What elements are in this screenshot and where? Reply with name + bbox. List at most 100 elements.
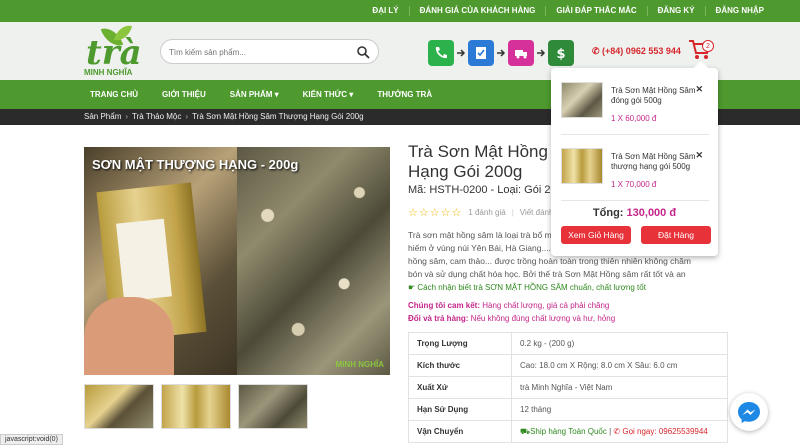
- messenger-icon: [738, 402, 760, 423]
- table-row: Hạn Sử Dụng 12 tháng: [408, 398, 728, 421]
- nav-item-label: KIẾN THỨC: [302, 90, 348, 99]
- nav-item-home[interactable]: TRANG CHỦ: [78, 90, 150, 99]
- nav-item-about[interactable]: GIỚI THIỆU: [150, 90, 218, 99]
- payment-icon: $: [548, 40, 574, 66]
- cart-item: Trà Sơn Mật Hồng Sâm đóng gói 500g 1 X 6…: [561, 74, 711, 130]
- table-row: Vận Chuyển ⛟Ship hàng Toàn Quốc | ✆ Gọi n…: [408, 420, 728, 443]
- arrow-right-icon: [494, 40, 508, 66]
- cart-item-image[interactable]: [561, 82, 603, 118]
- phone-call-icon: [428, 40, 454, 66]
- checkout-button[interactable]: Đặt Hàng: [641, 226, 711, 244]
- image-watermark: MINH NGHĨA: [335, 360, 384, 369]
- search-box: [160, 39, 379, 64]
- breadcrumb-item[interactable]: Sản Phẩm: [84, 112, 121, 121]
- cart-actions: Xem Giỏ Hàng Đặt Hàng: [561, 226, 711, 244]
- product-title: Trà Sơn Mật Hồng Sâm Thượng Hạng Gói 200…: [408, 142, 552, 181]
- spec-value: ⛟Ship hàng Toàn Quốc | ✆ Gọi ngay: 09625…: [511, 420, 728, 443]
- caption-layer: SƠN MẬT THƯỢNG HẠNG - 200g: [84, 147, 298, 375]
- top-link-login[interactable]: ĐĂNG NHẬP: [704, 6, 774, 16]
- chevron-down-icon: ▾: [274, 90, 279, 99]
- thumbnail[interactable]: [161, 384, 231, 429]
- thumbnail[interactable]: [84, 384, 154, 429]
- product-title-wrap: Trà Sơn Mật Hồng Sâm Thượng Hạng Gói 200…: [408, 142, 552, 186]
- spec-value: 0.2 kg - (200 g): [511, 332, 728, 355]
- top-bar: ĐẠI LÝ ĐÁNH GIÁ CỦA KHÁCH HÀNG GIẢI ĐÁP …: [0, 0, 800, 22]
- thumbnail[interactable]: [238, 384, 308, 429]
- divider: [561, 134, 709, 135]
- hotline[interactable]: ✆ (+84) 0962 553 944: [592, 46, 681, 57]
- top-links: ĐẠI LÝ ĐÁNH GIÁ CỦA KHÁCH HÀNG GIẢI ĐÁP …: [362, 0, 774, 22]
- hotline-number: (+84) 0962 553 944: [602, 46, 681, 56]
- cart-count-badge: 2: [702, 40, 714, 52]
- cart-item-price: 1 X 70,000 đ: [611, 180, 657, 189]
- spec-value: 12 tháng: [511, 398, 728, 421]
- spec-key: Hạn Sử Dụng: [408, 398, 512, 421]
- cart-item: Trà Sơn Mật Hồng Sâm thượng hạng gói 500…: [561, 140, 711, 196]
- breadcrumb-separator: ›: [125, 112, 129, 121]
- browser-status-bar: javascript:void(0): [0, 434, 63, 445]
- search-icon[interactable]: [356, 45, 370, 59]
- nav-item-knowledge[interactable]: KIẾN THỨC ▾: [291, 90, 366, 99]
- nav-item-tea[interactable]: THƯỞNG TRÀ: [365, 90, 444, 99]
- spec-key: Trọng Lượng: [408, 332, 512, 355]
- cart-button[interactable]: 2: [688, 39, 714, 61]
- rating-row: ☆☆☆☆☆ 1 đánh giá | Viết đánh giá: [408, 206, 552, 219]
- thumbnail-strip: [84, 384, 315, 429]
- remove-item-icon[interactable]: ✕: [695, 150, 703, 161]
- phone-icon: ✆: [592, 46, 603, 56]
- rating-count[interactable]: 1 đánh giá: [468, 208, 505, 217]
- call-now-link[interactable]: Gọi ngay: 09625539944: [622, 427, 707, 436]
- spec-key: Kích thước: [408, 354, 512, 377]
- divider: |: [511, 208, 514, 217]
- view-cart-button[interactable]: Xem Giỏ Hàng: [561, 226, 631, 244]
- table-row: Trọng Lượng 0.2 kg - (200 g): [408, 332, 728, 355]
- breadcrumb-item[interactable]: Trà Thảo Mộc: [132, 112, 181, 121]
- top-link-faq[interactable]: GIẢI ĐÁP THẮC MẮC: [545, 6, 646, 16]
- rating-stars[interactable]: ☆☆☆☆☆: [408, 206, 462, 219]
- shipping-text: Ship hàng Toàn Quốc: [530, 426, 607, 436]
- commitment-text: Hàng chất lượng, giá cả phải chăng: [480, 301, 610, 310]
- spec-value: Cao: 18.0 cm X Rộng: 8.0 cm X Sâu: 6.0 c…: [511, 354, 728, 377]
- top-link-reviews[interactable]: ĐÁNH GIÁ CỦA KHÁCH HÀNG: [408, 6, 546, 16]
- table-row: Xuất Xứ trà Minh Nghĩa - Việt Nam: [408, 376, 728, 399]
- arrow-right-icon: [534, 40, 548, 66]
- logo-brand: MINH NGHĨA: [84, 68, 133, 77]
- site-logo[interactable]: trà MINH NGHĨA: [82, 22, 142, 78]
- breadcrumb-items: Sản Phẩm › Trà Thảo Mộc › Trà Sơn Mật Hồng S…: [84, 112, 364, 121]
- arrow-right-icon: [454, 40, 468, 66]
- spec-key: Vận Chuyển: [408, 420, 512, 443]
- top-link-register[interactable]: ĐĂNG KÝ: [646, 6, 705, 16]
- divider: [561, 200, 709, 201]
- return-policy: Đổi và trả hàng: Nếu không đúng chất lượ…: [408, 314, 615, 323]
- messenger-chat-button[interactable]: [730, 393, 768, 431]
- truck-icon: ⛟: [520, 426, 531, 436]
- product-main-image[interactable]: MINH NGHĨA SƠN MẬT THƯỢNG HẠNG - 200g: [84, 147, 390, 375]
- remove-item-icon[interactable]: ✕: [695, 84, 703, 95]
- commitment-label: Chúng tôi cam kết:: [408, 301, 481, 310]
- logo-text: trà: [86, 33, 142, 73]
- cart-dropdown: Trà Sơn Mật Hồng Sâm đóng gói 500g 1 X 6…: [551, 60, 718, 256]
- spec-key: Xuất Xứ: [408, 376, 512, 399]
- guide-link[interactable]: ☛ Cách nhận biết trà SƠN MẬT HỒNG SÂM ch…: [408, 283, 646, 292]
- search-input[interactable]: [169, 45, 349, 59]
- image-caption: SƠN MẬT THƯỢNG HẠNG - 200g: [92, 157, 299, 172]
- order-steps: $: [428, 40, 574, 66]
- return-text: Nếu không đúng chất lượng và hư, hỏng: [468, 314, 616, 323]
- cart-item-name[interactable]: Trà Sơn Mật Hồng Sâm đóng gói 500g: [611, 86, 699, 106]
- cart-item-price: 1 X 60,000 đ: [611, 114, 657, 123]
- nav-item-products[interactable]: SẢN PHẨM ▾: [218, 90, 291, 99]
- breadcrumb-separator: ›: [185, 112, 189, 121]
- cart-item-image[interactable]: [561, 148, 603, 184]
- cart-total-value: 130,000 đ: [626, 207, 677, 219]
- top-link-agent[interactable]: ĐẠI LÝ: [362, 6, 408, 16]
- specs-table: Trọng Lượng 0.2 kg - (200 g) Kích thước Ca…: [408, 332, 728, 443]
- cart-item-name[interactable]: Trà Sơn Mật Hồng Sâm thượng hạng gói 500…: [611, 152, 699, 172]
- product-meta: Mã: HSTH-0200 - Loại: Gói 200g: [408, 184, 552, 196]
- svg-text:$: $: [556, 47, 565, 61]
- spec-value: trà Minh Nghĩa - Việt Nam: [511, 376, 728, 399]
- write-review-link[interactable]: Viết đánh giá: [520, 208, 552, 217]
- order-form-icon: [468, 40, 494, 66]
- nav-item-label: SẢN PHẨM: [229, 90, 273, 99]
- product-photo-leaves: MINH NGHĨA: [237, 147, 390, 375]
- table-row: Kích thước Cao: 18.0 cm X Rộng: 8.0 cm X …: [408, 354, 728, 377]
